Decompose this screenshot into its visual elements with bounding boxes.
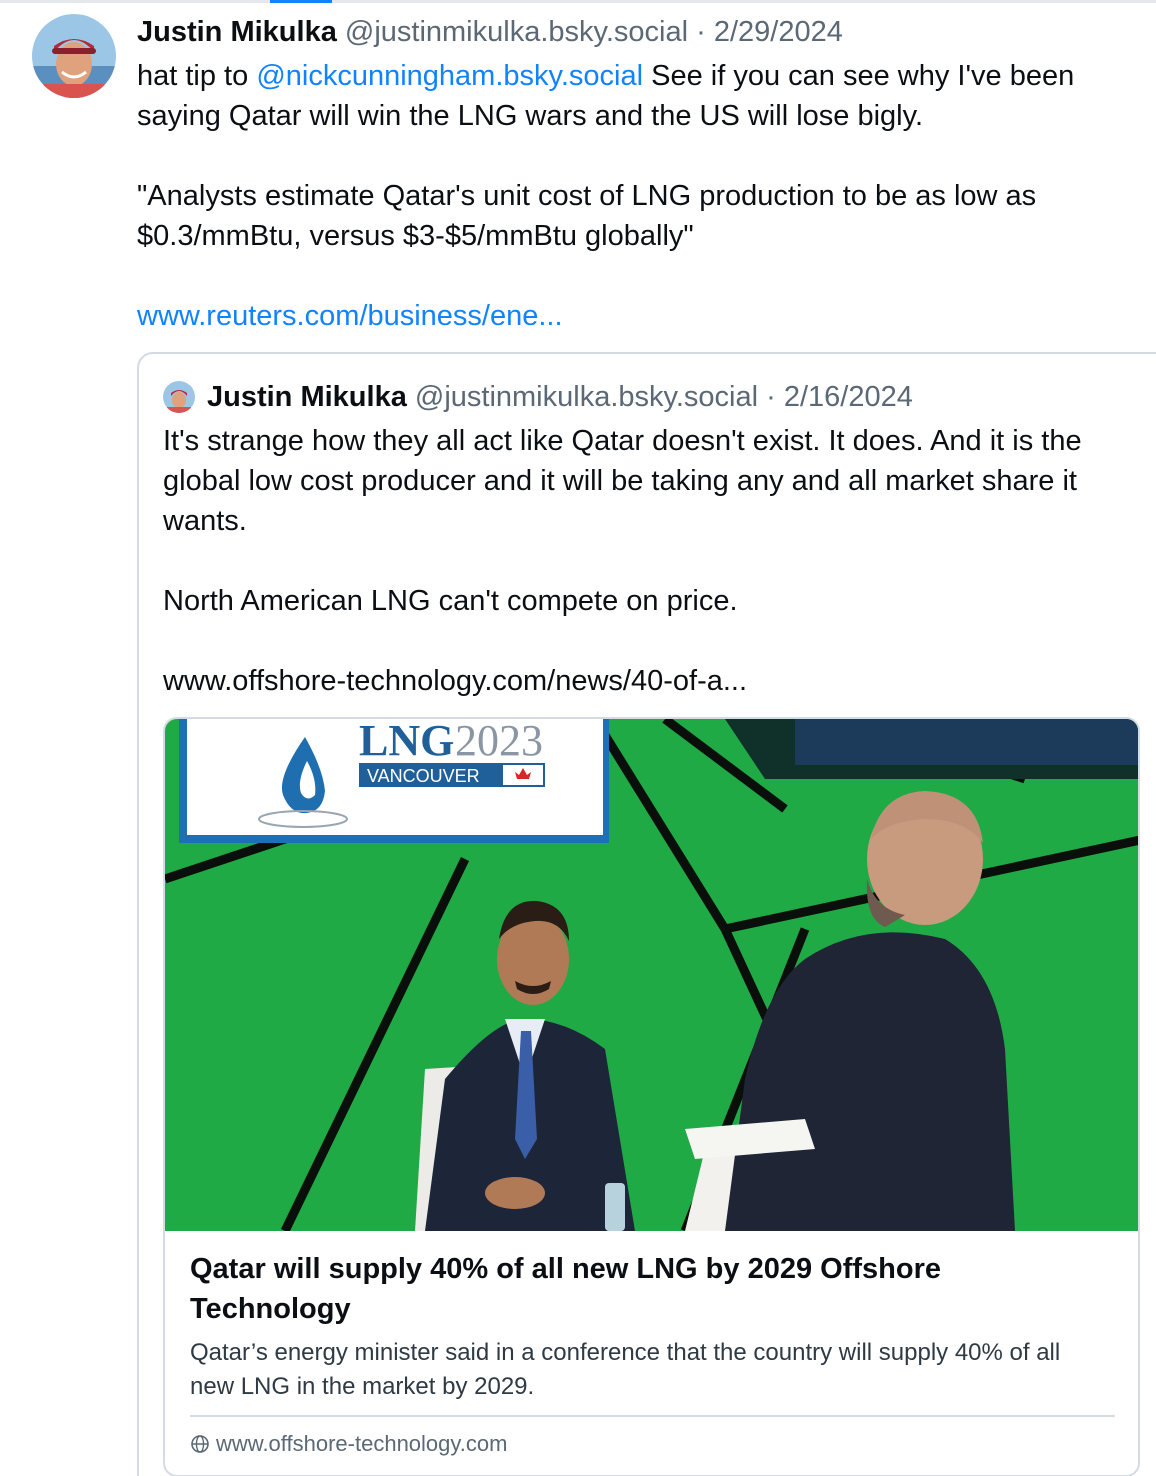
header-separator: · bbox=[696, 16, 706, 48]
quoted-link[interactable]: www.offshore-technology.com/news/40-of-a… bbox=[163, 661, 1143, 701]
quoted-post-body: It's strange how they all act like Qatar… bbox=[163, 421, 1143, 701]
quoted-post-date[interactable]: 2/16/2024 bbox=[784, 381, 913, 413]
logo-city-text: VANCOUVER bbox=[367, 766, 480, 786]
post-body: hat tip to @nickcunningham.bsky.social S… bbox=[137, 56, 1137, 336]
logo-year-text: 2023 bbox=[455, 719, 543, 765]
link-preview-card[interactable]: LNG 2023 VANCOUVER Qatar will supply 40%… bbox=[163, 717, 1140, 1476]
reuters-link[interactable]: www.reuters.com/business/ene... bbox=[137, 296, 1137, 336]
active-tab-indicator bbox=[270, 0, 332, 3]
author-handle[interactable]: @justinmikulka.bsky.social bbox=[345, 16, 688, 48]
link-card-domain[interactable]: www.offshore-technology.com bbox=[216, 1427, 507, 1461]
quoted-author-handle[interactable]: @justinmikulka.bsky.social bbox=[415, 381, 758, 413]
link-preview-image[interactable]: LNG 2023 VANCOUVER bbox=[165, 719, 1138, 1231]
post-header: Justin Mikulka @justinmikulka.bsky.socia… bbox=[137, 12, 843, 52]
author-name[interactable]: Justin Mikulka bbox=[137, 16, 337, 48]
thread-line bbox=[137, 1440, 139, 1476]
globe-icon bbox=[190, 1434, 210, 1454]
link-card-description: Qatar’s energy minister said in a confer… bbox=[190, 1339, 1061, 1400]
logo-lng-text: LNG bbox=[359, 719, 454, 765]
quoted-post-card[interactable]: Justin Mikulka @justinmikulka.bsky.socia… bbox=[137, 352, 1156, 1476]
quoted-paragraph-2: North American LNG can't compete on pric… bbox=[163, 585, 738, 617]
link-card-domain-row[interactable]: www.offshore-technology.com bbox=[190, 1427, 507, 1461]
post-quote-text: "Analysts estimate Qatar's unit cost of … bbox=[137, 180, 1037, 252]
quoted-paragraph-1: It's strange how they all act like Qatar… bbox=[163, 425, 1082, 537]
quoted-author-avatar[interactable] bbox=[163, 381, 195, 413]
link-card-title[interactable]: Qatar will supply 40% of all new LNG by … bbox=[190, 1249, 1090, 1329]
post-intro-text: hat tip to bbox=[137, 60, 249, 92]
quoted-header-separator: · bbox=[766, 381, 776, 413]
quoted-author-name[interactable]: Justin Mikulka bbox=[207, 381, 407, 413]
link-card-divider bbox=[190, 1415, 1115, 1417]
author-avatar[interactable] bbox=[32, 14, 116, 98]
author-avatar-image bbox=[32, 14, 116, 98]
quoted-avatar-image bbox=[163, 381, 195, 413]
post-paragraph: hat tip to @nickcunningham.bsky.social S… bbox=[137, 56, 1137, 136]
post-date[interactable]: 2/29/2024 bbox=[714, 16, 843, 48]
mention-link[interactable]: @nickcunningham.bsky.social bbox=[256, 60, 643, 92]
quoted-post-header: Justin Mikulka @justinmikulka.bsky.socia… bbox=[207, 377, 913, 417]
top-border bbox=[0, 0, 1156, 3]
